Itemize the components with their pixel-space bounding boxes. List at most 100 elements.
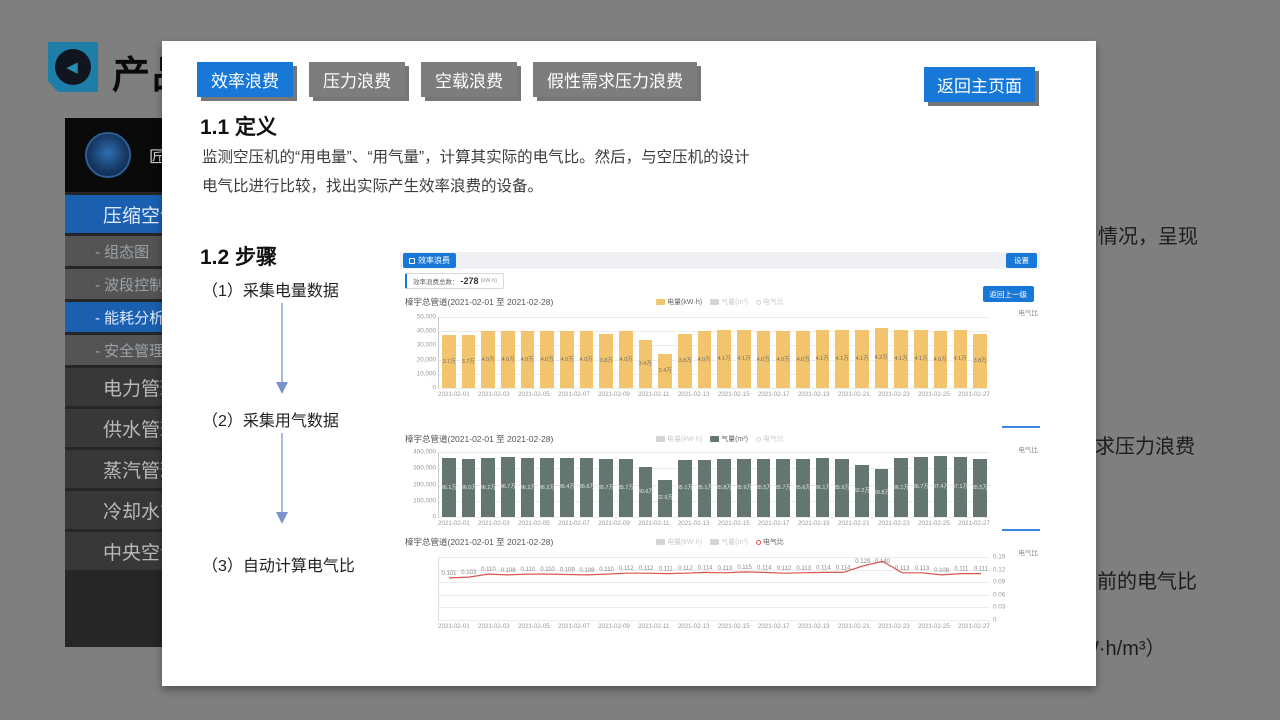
bar[interactable]: 36.1万 [894, 458, 908, 517]
back-link-indicator[interactable] [1002, 529, 1040, 531]
bar[interactable]: 4.0万 [580, 331, 594, 388]
content-panel: 效率浪费压力浪费空载浪费假性需求压力浪费 返回主页面 1.1 定义 监测空压机的… [162, 41, 1096, 686]
bar[interactable]: 4.0万 [698, 331, 712, 388]
report-badge-label: 效率浪费 [418, 255, 450, 266]
bar[interactable]: 4.0万 [934, 331, 948, 388]
legend-swatch-icon [710, 539, 719, 545]
bar[interactable]: 22.9万 [658, 480, 672, 517]
bar[interactable]: 36.7万 [914, 457, 928, 517]
x-axis-labels: 2021-02-012021-02-032021-02-052021-02-07… [438, 391, 990, 398]
svg-text:0.114: 0.114 [698, 565, 713, 571]
bar[interactable]: 4.1万 [737, 330, 751, 388]
bar[interactable]: 4.0万 [776, 331, 790, 388]
back-button[interactable]: ◀ [48, 42, 98, 92]
tab-unload-waste[interactable]: 空载浪费 [421, 62, 517, 97]
bar[interactable]: 32.2万 [855, 465, 869, 517]
tab-false-demand-waste[interactable]: 假性需求压力浪费 [533, 62, 697, 97]
bar[interactable]: 35.7万 [599, 459, 613, 517]
bar[interactable]: 4.0万 [796, 331, 810, 388]
bar[interactable]: 4.1万 [816, 330, 830, 388]
bar[interactable]: 4.0万 [540, 331, 554, 388]
bar[interactable]: 35.1万 [678, 460, 692, 517]
bar[interactable]: 36.6万 [580, 458, 594, 517]
bar[interactable]: 4.1万 [894, 330, 908, 388]
legend-item[interactable]: 气量(m³) [710, 297, 748, 307]
bar[interactable]: 37.4万 [934, 456, 948, 517]
bar[interactable]: 36.1万 [816, 458, 830, 517]
bar[interactable]: 35.1万 [698, 460, 712, 517]
legend-item[interactable]: 气量(m³) [710, 434, 748, 444]
bar[interactable]: 4.0万 [757, 331, 771, 388]
bar[interactable]: 35.5万 [973, 459, 987, 517]
chart-title: 樟宇总管道(2021-02-01 至 2021-02-28) [405, 296, 553, 308]
x-axis-labels: 2021-02-012021-02-032021-02-052021-02-07… [438, 623, 990, 630]
tab-pressure-waste[interactable]: 压力浪费 [309, 62, 405, 97]
settings-button[interactable]: 设置 [1006, 253, 1037, 268]
plot-area: 0.150.120.090.060.0300.1010.1030.1100.10… [438, 557, 990, 621]
bar[interactable]: 3.8万 [973, 334, 987, 388]
bar[interactable]: 37.1万 [954, 457, 968, 517]
bar[interactable]: 35.9万 [737, 459, 751, 517]
legend-item[interactable]: 电气比 [756, 434, 784, 444]
bar[interactable]: 2.4万 [658, 354, 672, 388]
bar[interactable]: 36.2万 [481, 458, 495, 517]
back-icon: ◀ [55, 49, 91, 85]
bar[interactable]: 4.0万 [481, 331, 495, 388]
svg-text:0.110: 0.110 [481, 567, 496, 573]
bar[interactable]: 3.8万 [678, 334, 692, 388]
legend-item[interactable]: 气量(m³) [710, 537, 748, 547]
legend-item[interactable]: 电量(kW·h) [656, 434, 702, 444]
bar[interactable]: 4.0万 [501, 331, 515, 388]
company-logo-icon [85, 132, 131, 178]
bar[interactable]: 29.8万 [875, 469, 889, 517]
svg-text:0.112: 0.112 [639, 566, 654, 572]
legend-item[interactable]: 电气比 [756, 297, 784, 307]
svg-text:0.112: 0.112 [777, 566, 792, 572]
bar[interactable]: 4.0万 [619, 331, 633, 388]
svg-text:0.112: 0.112 [678, 566, 693, 572]
bar[interactable]: 4.1万 [717, 330, 731, 388]
bar[interactable]: 36.4万 [560, 458, 574, 517]
bar[interactable]: 3.7万 [462, 335, 476, 388]
bar[interactable]: 3.7万 [442, 335, 456, 388]
bar[interactable]: 35.6万 [796, 459, 810, 517]
x-axis-labels: 2021-02-012021-02-032021-02-052021-02-07… [438, 520, 990, 527]
bar[interactable]: 4.1万 [835, 330, 849, 388]
bar[interactable]: 3.8万 [599, 334, 613, 388]
bar[interactable]: 36.2万 [540, 458, 554, 517]
svg-text:0.113: 0.113 [718, 566, 733, 572]
bar[interactable]: 36.1万 [442, 458, 456, 517]
bar[interactable]: 4.0万 [521, 331, 535, 388]
chart-header: 樟宇总管道(2021-02-01 至 2021-02-28)电量(kW·h)气量… [400, 433, 1040, 447]
gas-bar-chart: 樟宇总管道(2021-02-01 至 2021-02-28)电量(kW·h)气量… [400, 433, 1040, 447]
bar[interactable]: 3.4万 [639, 340, 653, 388]
chart-header: 樟宇总管道(2021-02-01 至 2021-02-28) 电量(kW·h) 气量… [400, 536, 1040, 550]
bar[interactable]: 35.7万 [776, 459, 790, 517]
legend-item[interactable]: 电气比 [756, 537, 784, 547]
bar[interactable]: 35.7万 [619, 459, 633, 517]
chart-title: 樟宇总管道(2021-02-01 至 2021-02-28) [405, 536, 553, 548]
bar[interactable]: 36.0万 [462, 459, 476, 518]
bar[interactable]: 35.9万 [835, 459, 849, 517]
legend-item[interactable]: 电量(kW·h) [656, 297, 702, 307]
bar[interactable]: 4.1万 [954, 330, 968, 388]
return-home-button[interactable]: 返回主页面 [924, 67, 1035, 102]
bar[interactable]: 4.1万 [855, 330, 869, 388]
bar[interactable]: 4.1万 [914, 330, 928, 388]
flow-arrow-down-icon [274, 433, 290, 525]
legend-item[interactable]: 电量(kW·h) [656, 537, 702, 547]
section-heading-definition: 1.1 定义 [200, 111, 277, 141]
bar[interactable]: 35.8万 [717, 459, 731, 517]
bar[interactable]: 36.2万 [521, 458, 535, 517]
svg-text:0.108: 0.108 [934, 568, 950, 574]
bar[interactable]: 35.5万 [757, 459, 771, 517]
bar[interactable]: 36.7万 [501, 457, 515, 517]
bar[interactable]: 4.2万 [875, 328, 889, 388]
tab-efficiency-waste[interactable]: 效率浪费 [197, 62, 293, 97]
right-axis-label: 电气比 [1019, 307, 1039, 317]
bar[interactable]: 4.0万 [560, 331, 574, 388]
slide-canvas: ◀ 产品 情况，呈现 需求压力浪费 错前的电气比 （kW·h/m³） 匠 压缩空… [0, 0, 1280, 720]
bar[interactable]: 30.6万 [639, 467, 653, 517]
svg-text:0.110: 0.110 [599, 567, 614, 573]
back-link-indicator[interactable] [1002, 426, 1040, 428]
